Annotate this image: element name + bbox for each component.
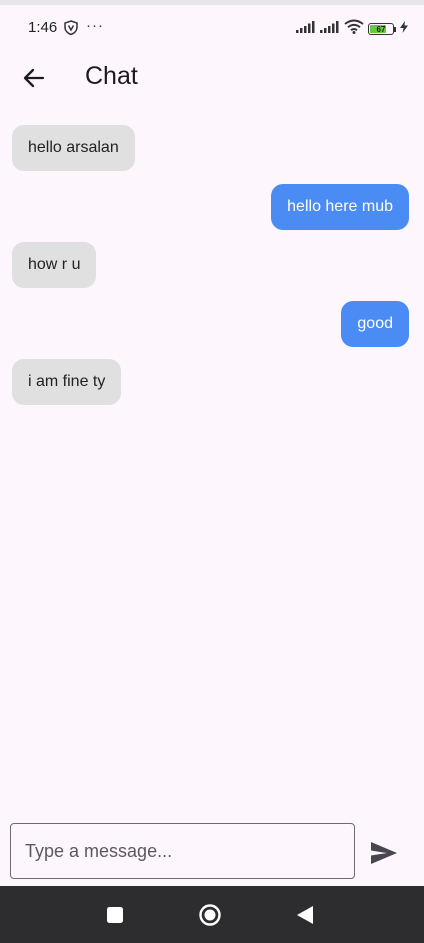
message-input[interactable] bbox=[10, 823, 355, 879]
signal-icon bbox=[296, 20, 316, 38]
message-bubble-sent: good bbox=[341, 301, 409, 347]
back-button[interactable] bbox=[17, 61, 51, 95]
battery-level: 67 bbox=[376, 24, 386, 34]
message-bubble-received: how r u bbox=[12, 242, 97, 288]
status-time: 1:46 bbox=[28, 19, 58, 36]
home-button[interactable] bbox=[196, 901, 224, 929]
recents-button[interactable] bbox=[101, 901, 129, 929]
nav-back-button[interactable] bbox=[291, 901, 319, 929]
app-bar: Chat bbox=[0, 50, 424, 106]
send-icon bbox=[371, 842, 397, 864]
vpn-shield-icon bbox=[64, 20, 78, 40]
system-nav-bar bbox=[0, 886, 424, 943]
page-title: Chat bbox=[85, 62, 138, 90]
message-bubble-sent: hello here mub bbox=[271, 184, 409, 230]
message-bubble-received: i am fine ty bbox=[12, 359, 122, 405]
back-triangle-icon bbox=[297, 906, 313, 924]
home-circle-icon bbox=[199, 904, 221, 926]
status-bar: 1:46 ··· 67 bbox=[0, 5, 424, 49]
arrow-left-icon bbox=[23, 68, 45, 88]
status-icons: 67 bbox=[296, 19, 408, 39]
send-button[interactable] bbox=[366, 837, 402, 869]
wifi-icon bbox=[344, 19, 364, 39]
signal-icon bbox=[320, 20, 340, 38]
message-bubble-received: hello arsalan bbox=[12, 125, 135, 171]
charging-icon bbox=[400, 20, 408, 38]
battery-icon: 67 bbox=[368, 23, 396, 35]
composer bbox=[0, 815, 424, 885]
recents-square-icon bbox=[107, 907, 123, 923]
more-notifications-icon: ··· bbox=[86, 17, 104, 34]
